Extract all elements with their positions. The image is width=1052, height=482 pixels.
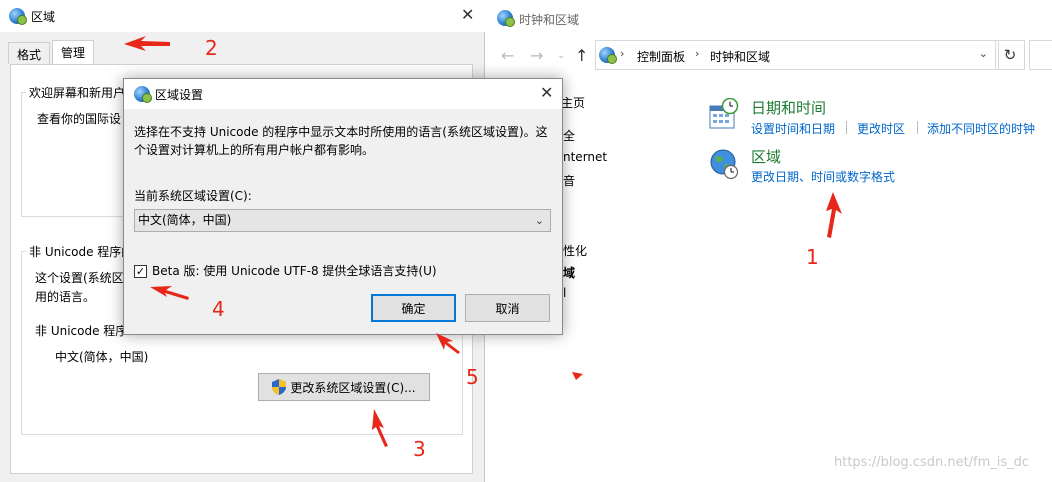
breadcrumb-control-panel[interactable]: 控制面板 — [637, 48, 685, 65]
unicode-desc-line2: 用的语言。 — [35, 290, 96, 304]
annotation-4: 4 — [212, 297, 225, 321]
globe-icon — [9, 8, 27, 25]
dialog-desc-line1: 选择在不支持 Unicode 的程序中显示文本时所使用的语言(系统区域设置)。这 — [134, 125, 548, 139]
ok-button[interactable]: 确定 — [371, 294, 456, 322]
cp-window-title: 时钟和区域 — [519, 13, 580, 27]
nav-internet[interactable]: nternet — [563, 150, 607, 164]
search-box[interactable] — [1029, 40, 1052, 70]
dialog-titlebar: 区域设置 ✕ — [124, 79, 562, 109]
cancel-button[interactable]: 取消 — [465, 294, 550, 322]
unicode-desc-line1: 这个设置(系统区 — [35, 271, 124, 285]
current-locale-label: 当前系统区域设置(C): — [134, 189, 252, 203]
region-window-title: 区域 — [31, 10, 56, 24]
close-icon[interactable]: ✕ — [461, 7, 474, 23]
link-separator — [917, 121, 918, 134]
unicode-group-title: 非 Unicode 程序的 — [26, 243, 137, 260]
datetime-category-title[interactable]: 日期和时间 — [751, 97, 826, 118]
change-formats-link[interactable]: 更改日期、时间或数字格式 — [751, 168, 895, 185]
back-arrow-icon[interactable]: ← — [501, 46, 514, 65]
change-timezone-link[interactable]: 更改时区 — [857, 120, 905, 137]
annotation-1: 1 — [806, 245, 819, 269]
tab-formats[interactable]: 格式 — [8, 42, 51, 64]
nav-clock-region[interactable]: 域 — [563, 264, 575, 281]
breadcrumb-separator: › — [695, 47, 700, 60]
set-time-date-link[interactable]: 设置时间和日期 — [751, 120, 835, 137]
breadcrumb-separator: › — [620, 47, 625, 60]
uac-shield-icon — [272, 379, 287, 395]
up-arrow-icon[interactable]: ↑ — [575, 46, 588, 65]
system-locale-value: 中文(简体，中国) — [138, 213, 232, 227]
calendar-clock-icon — [709, 97, 739, 130]
add-clocks-link[interactable]: 添加不同时区的时钟 — [927, 120, 1035, 137]
dialog-title: 区域设置 — [155, 88, 204, 102]
change-system-locale-button[interactable]: 更改系统区域设置(C)... — [258, 373, 430, 401]
chevron-down-icon: ⌄ — [534, 214, 544, 227]
breadcrumb-clock-region[interactable]: 时钟和区域 — [710, 48, 770, 65]
dialog-close-icon[interactable]: ✕ — [540, 85, 553, 101]
welcome-group-text: 查看你的国际设 — [37, 112, 122, 126]
unicode-current-label: 非 Unicode 程序 — [35, 324, 128, 338]
link-separator — [846, 121, 847, 134]
globe-icon — [134, 86, 152, 103]
refresh-button[interactable]: ↻ — [995, 40, 1025, 70]
address-dropdown-icon[interactable]: ⌄ — [979, 47, 988, 60]
welcome-group-title: 欢迎屏幕和新用户 — [26, 84, 129, 101]
beta-utf8-checkbox[interactable]: ✓ — [134, 265, 147, 278]
dialog-desc-line2: 个设置对计算机上的所有用户帐户都有影响。 — [134, 143, 375, 157]
unicode-current-value: 中文(简体，中国) — [55, 350, 149, 364]
checkmark-icon: ✓ — [135, 265, 146, 278]
annotation-2: 2 — [205, 36, 218, 60]
change-system-locale-label: 更改系统区域设置(C)... — [290, 380, 416, 395]
region-settings-dialog: 区域设置 ✕ 选择在不支持 Unicode 的程序中显示文本时所使用的语言(系统… — [123, 78, 563, 335]
control-panel-window: 时钟和区域 ← → ⌄ ↑ ⌄ › 控制面板 › 时钟和区域 ↻ 主页 全 nt… — [487, 0, 1052, 482]
beta-utf8-label[interactable]: Beta 版: 使用 Unicode UTF-8 提供全球语言支持(U) — [152, 262, 437, 281]
annotation-3: 3 — [413, 437, 426, 461]
watermark-text: https://blog.csdn.net/fm_is_dc — [834, 455, 1030, 470]
nav-security[interactable]: 全 — [563, 127, 575, 144]
system-locale-select[interactable]: 中文(简体，中国) ⌄ — [134, 209, 551, 232]
region-titlebar: 区域 ✕ — [0, 0, 485, 32]
nav-ease-of-access[interactable]: l — [563, 286, 566, 300]
recent-dropdown-icon[interactable]: ⌄ — [557, 50, 565, 61]
tab-administrative[interactable]: 管理 — [52, 40, 95, 65]
region-category-title[interactable]: 区域 — [751, 146, 781, 167]
annotation-5: 5 — [466, 365, 479, 389]
forward-arrow-icon[interactable]: → — [530, 46, 543, 65]
region-globe-icon — [709, 148, 739, 180]
control-panel-icon — [599, 47, 617, 64]
cancel-button-label: 取消 — [495, 301, 520, 316]
nav-sound[interactable]: 音 — [563, 172, 575, 189]
nav-personalization[interactable]: 性化 — [563, 242, 587, 259]
cp-titlebar: 时钟和区域 — [487, 0, 1052, 34]
ok-button-label: 确定 — [401, 301, 426, 316]
nav-home[interactable]: 主页 — [561, 94, 585, 111]
clock-region-icon — [497, 10, 515, 27]
refresh-icon: ↻ — [1003, 46, 1017, 64]
